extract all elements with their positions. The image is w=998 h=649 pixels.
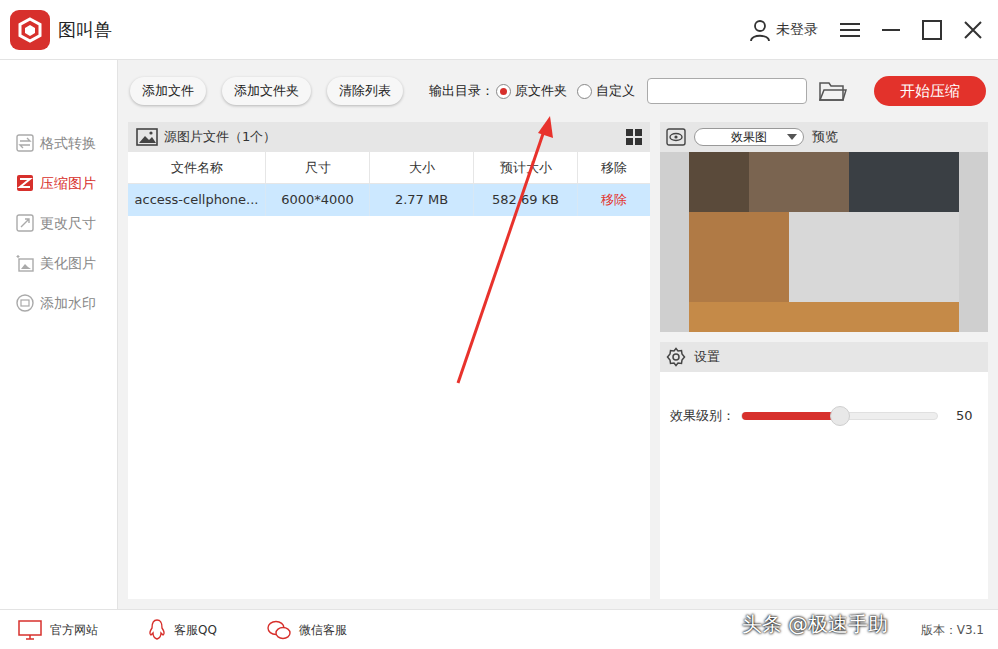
table-cell: access-cellphone... <box>128 184 266 216</box>
table-row[interactable]: access-cellphone...6000*40002.77 MB582.6… <box>128 184 650 216</box>
sidebar-item[interactable]: 压缩图片 <box>0 163 117 203</box>
resize-icon <box>16 214 34 232</box>
watermark: 头条 @极速手助 <box>742 609 888 639</box>
dropdown-icon <box>787 134 797 140</box>
maximize-icon[interactable] <box>922 20 942 40</box>
slider-label: 效果级别： <box>670 406 735 426</box>
convert-icon <box>16 134 34 152</box>
column-header: 移除 <box>578 152 650 183</box>
table-cell: 2.77 MB <box>370 184 474 216</box>
logo-icon <box>10 10 50 50</box>
sidebar: 格式转换压缩图片更改尺寸美化图片添加水印 <box>0 60 118 609</box>
output-label: 输出目录： <box>429 81 494 101</box>
image-icon <box>136 128 158 146</box>
version-text: 版本：V3.1 <box>921 621 984 639</box>
annotation-arrow-icon <box>0 0 998 649</box>
compress-icon <box>16 174 34 192</box>
footer: 官方网站 客服QQ 微信客服 版本：V3.1 <box>0 609 998 649</box>
toolbar-button[interactable]: 添加文件夹 <box>222 77 311 105</box>
sidebar-item[interactable]: 更改尺寸 <box>0 203 117 243</box>
output-radio[interactable]: 原文件夹 <box>496 81 567 101</box>
toolbar-button[interactable]: 清除列表 <box>327 77 403 105</box>
slider-value: 50 <box>956 406 978 426</box>
gear-icon <box>666 347 686 367</box>
table-cell: 582.69 KB <box>474 184 578 216</box>
preview-mode-select[interactable]: 效果图 <box>694 128 804 146</box>
quality-slider[interactable] <box>741 412 938 420</box>
file-panel: 源图片文件（1个） 文件名称尺寸大小预计大小移除 access-cellphon… <box>128 122 650 599</box>
toolbar: 添加文件添加文件夹清除列表 输出目录：原文件夹自定义 开始压缩 <box>118 60 998 122</box>
minimize-icon[interactable] <box>882 21 900 39</box>
sidebar-item[interactable]: 美化图片 <box>0 243 117 283</box>
sidebar-item[interactable]: 添加水印 <box>0 283 117 323</box>
toolbar-button[interactable]: 添加文件 <box>130 77 206 105</box>
folder-icon[interactable] <box>819 80 847 102</box>
wechat-icon <box>267 620 291 640</box>
settings-panel: 设置 效果级别：50 <box>660 342 988 599</box>
start-compress-button[interactable]: 开始压缩 <box>874 76 986 106</box>
table-header: 文件名称尺寸大小预计大小移除 <box>128 152 650 184</box>
website-icon <box>18 620 42 640</box>
qq-icon <box>148 619 166 641</box>
table-cell: 6000*4000 <box>266 184 370 216</box>
sidebar-item[interactable]: 格式转换 <box>0 123 117 163</box>
slider-knob[interactable] <box>830 406 850 426</box>
column-header: 文件名称 <box>128 152 266 183</box>
preview-image <box>660 152 988 332</box>
app-title: 图叫兽 <box>58 16 112 43</box>
title-bar: 图叫兽 未登录 <box>0 0 998 60</box>
footer-link[interactable]: 客服QQ <box>148 619 217 641</box>
radio-circle[interactable] <box>496 84 511 99</box>
beautify-icon <box>16 254 34 272</box>
column-header: 尺寸 <box>266 152 370 183</box>
slider-fill <box>742 412 840 420</box>
user-icon <box>748 18 772 42</box>
remove-link[interactable]: 移除 <box>578 184 650 216</box>
eye-icon <box>666 128 686 146</box>
output-path-input[interactable] <box>647 78 807 104</box>
preview-panel: 效果图 预览 <box>660 122 988 332</box>
grid-view-icon[interactable] <box>626 129 642 145</box>
column-header: 预计大小 <box>474 152 578 183</box>
close-icon[interactable] <box>964 21 982 39</box>
menu-icon[interactable] <box>840 22 860 38</box>
watermark-icon <box>16 294 34 312</box>
column-header: 大小 <box>370 152 474 183</box>
footer-link[interactable]: 官方网站 <box>18 620 98 640</box>
footer-link[interactable]: 微信客服 <box>267 620 347 640</box>
output-radio[interactable]: 自定义 <box>577 81 635 101</box>
login-status[interactable]: 未登录 <box>748 18 818 42</box>
radio-circle[interactable] <box>577 84 592 99</box>
